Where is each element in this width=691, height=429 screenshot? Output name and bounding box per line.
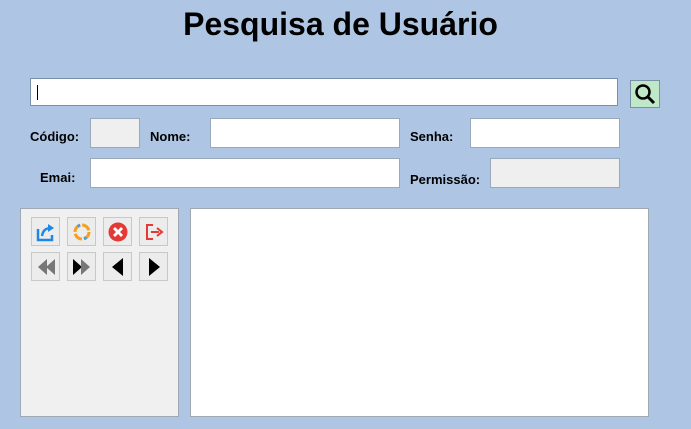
refresh-button[interactable] <box>67 217 96 246</box>
nome-label: Nome: <box>150 129 191 144</box>
codigo-field[interactable] <box>90 118 140 148</box>
nome-field[interactable] <box>210 118 400 148</box>
toolbar-panel <box>20 208 179 417</box>
permissao-label: Permissão: <box>410 172 481 187</box>
permissao-field[interactable] <box>490 158 620 188</box>
delete-button[interactable] <box>103 217 132 246</box>
search-button[interactable] <box>630 80 660 108</box>
refresh-icon <box>73 223 90 240</box>
senha-label: Senha: <box>410 129 454 144</box>
email-label: Emai: <box>40 170 76 185</box>
previous-record-button[interactable] <box>103 252 132 281</box>
next-record-button[interactable] <box>139 252 168 281</box>
delete-icon <box>108 222 127 241</box>
search-input[interactable] <box>30 78 618 106</box>
results-grid[interactable] <box>190 208 649 417</box>
search-icon <box>635 84 656 105</box>
first-record-icon <box>37 258 55 275</box>
last-record-button[interactable] <box>67 252 96 281</box>
page-title: Pesquisa de Usuário <box>183 6 498 42</box>
previous-record-icon <box>111 257 123 276</box>
text-caret <box>37 85 38 100</box>
export-icon <box>36 223 54 241</box>
last-record-icon <box>72 258 90 275</box>
export-button[interactable] <box>31 217 60 246</box>
email-field[interactable] <box>90 158 400 188</box>
exit-icon <box>145 223 164 240</box>
senha-field[interactable] <box>470 118 620 148</box>
exit-button[interactable] <box>139 217 168 246</box>
codigo-label: Código: <box>30 129 80 144</box>
first-record-button[interactable] <box>31 252 60 281</box>
next-record-icon <box>148 257 160 276</box>
